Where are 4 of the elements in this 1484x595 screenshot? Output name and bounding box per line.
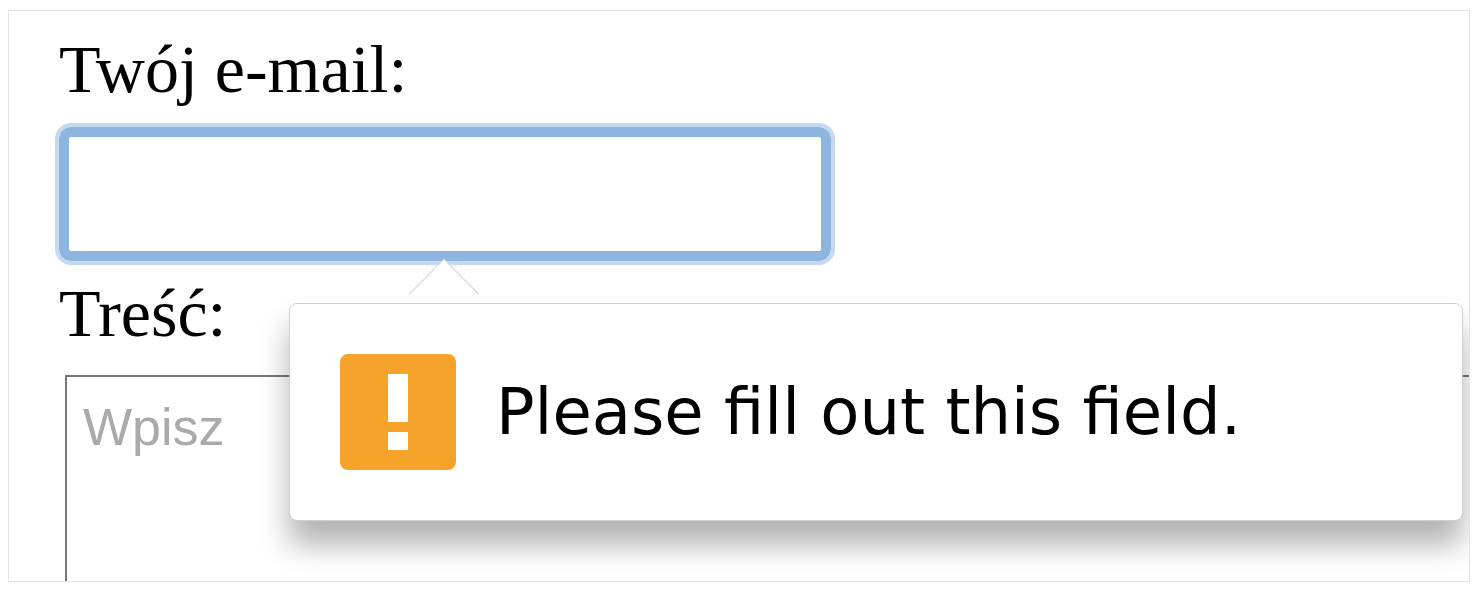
message-label: Treść: — [59, 274, 227, 353]
warning-icon — [340, 354, 456, 470]
validation-message: Please fill out this field. — [496, 374, 1241, 450]
email-label: Twój e-mail: — [59, 30, 409, 109]
